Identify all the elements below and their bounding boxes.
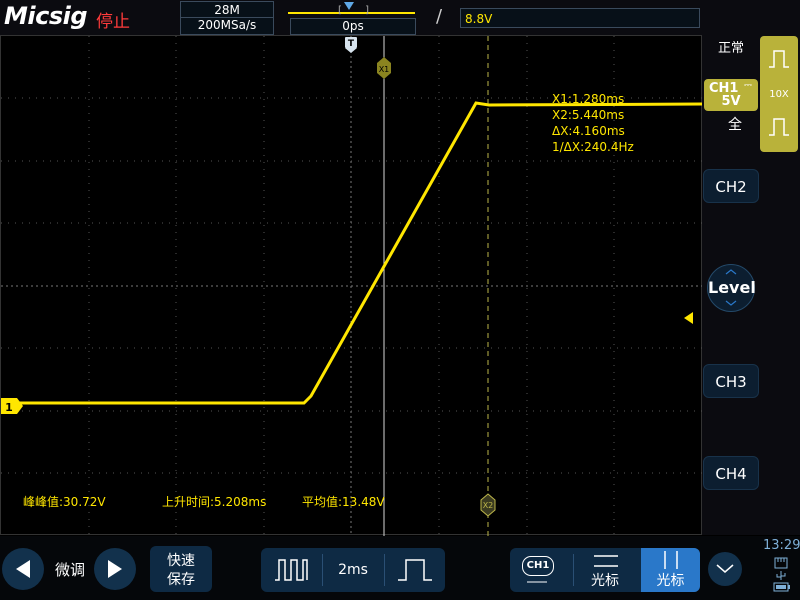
memory-depth: 28M (181, 3, 273, 17)
battery-icon (774, 583, 790, 591)
acquisition-mode-label[interactable]: 正常 (718, 37, 744, 56)
cursor-control-group: CH1 光标 光标 (510, 548, 700, 592)
quick-save-button[interactable]: 快速 保存 (150, 546, 212, 592)
chevron-up-icon (725, 269, 737, 275)
play-right-icon (106, 559, 124, 579)
cursor-x2-value: X2:5.440ms (552, 108, 624, 122)
chevron-down-icon (725, 300, 737, 306)
trigger-level-knob[interactable]: Level (707, 264, 755, 312)
bandwidth-limit-label[interactable]: 全 (728, 114, 742, 134)
usb-icon (777, 571, 785, 580)
level-label: Level (708, 278, 756, 297)
rising-edge-trigger-icon[interactable]: / (436, 6, 442, 27)
cursor-source-underline-icon (526, 577, 548, 587)
horizontal-delay-readout[interactable]: 0ps (290, 18, 416, 35)
timebase-decrease-icon[interactable] (261, 548, 322, 592)
sample-rate: 200MSa/s (181, 18, 273, 32)
fine-tune-right-button[interactable] (94, 548, 136, 590)
trigger-time-marker-icon[interactable]: T (345, 37, 357, 53)
timebase-increase-icon[interactable] (384, 548, 445, 592)
dc-coupling-icon: ⎓ (744, 80, 752, 91)
pulse-negative-icon[interactable] (767, 116, 791, 138)
trigger-level-arrow-icon[interactable] (684, 312, 693, 324)
ch4-button[interactable]: CH4 (703, 456, 759, 490)
ch1-settings-panel[interactable]: 10X (760, 36, 798, 152)
measurement-rise-time: 上升时间:5.208ms (162, 495, 266, 509)
acquisition-info-box[interactable]: 28M 200MSa/s (180, 1, 274, 35)
fine-tune-label: 微调 (55, 559, 85, 580)
cursor-source-ch1[interactable]: CH1 (522, 556, 554, 576)
system-status-icons (771, 556, 791, 592)
horizontal-cursor-label: 光标 (574, 570, 636, 590)
fine-tune-left-button[interactable] (2, 548, 44, 590)
horizontal-cursor-button[interactable]: 光标 (574, 548, 636, 592)
cursor-x1-value: X1:1.280ms (552, 92, 624, 106)
trigger-position-marker-icon[interactable] (344, 2, 354, 10)
play-left-icon (14, 559, 32, 579)
vertical-cursor-button[interactable]: 光标 (641, 548, 700, 592)
menu-expand-button[interactable] (708, 552, 742, 586)
ch1-volts-per-div: 5V (704, 94, 758, 109)
waveform-display[interactable]: T X1 X2 1 X1:1.280ms X2:5.440ms ΔX:4.160… (0, 35, 702, 535)
cursor-x1-tag-label: X1 (379, 65, 390, 74)
brand-logo: Micsig (4, 2, 87, 30)
storage-icon (775, 558, 787, 568)
ch1-marker-label: 1 (5, 401, 13, 414)
cursor-x1-tag[interactable]: X1 (377, 57, 391, 79)
probe-ratio[interactable]: 10X (760, 89, 798, 100)
cursor-delta-value: ΔX:4.160ms (552, 124, 625, 138)
trigger-marker-label: T (348, 39, 355, 49)
pulse-positive-icon[interactable] (767, 48, 791, 70)
measurement-bar: 峰峰值:30.72V 上升时间:5.208ms 平均值:13.48V (23, 494, 385, 509)
vertical-cursor-icon (661, 551, 681, 569)
quick-save-label-1: 快速 (150, 550, 212, 570)
cursor-x2-tag[interactable]: X2 (481, 494, 495, 516)
trigger-level-readout[interactable]: ⑘8.8V (460, 8, 700, 28)
measurement-mean: 平均值:13.48V (302, 494, 385, 509)
system-clock: 13:29 (763, 538, 800, 553)
ch3-button[interactable]: CH3 (703, 364, 759, 398)
ch1-ground-marker[interactable]: 1 (1, 398, 23, 414)
timebase-control: 2ms (261, 548, 445, 592)
measurement-peak-to-peak: 峰峰值:30.72V (23, 494, 106, 509)
chevron-down-icon (716, 564, 734, 574)
ch2-button[interactable]: CH2 (703, 169, 759, 203)
run-stop-status[interactable]: 停止 (96, 7, 130, 32)
cursor-x2-tag-label: X2 (483, 501, 494, 510)
cursor-frequency-value: 1/ΔX:240.4Hz (552, 140, 634, 154)
vertical-cursor-label: 光标 (641, 570, 700, 590)
ch1-scale-tag[interactable]: CH1 ⎓ 5V (704, 79, 758, 111)
waveform-svg: T X1 X2 1 X1:1.280ms X2:5.440ms ΔX:4.160… (1, 36, 703, 536)
cursor-readout: X1:1.280ms X2:5.440ms ΔX:4.160ms 1/ΔX:24… (552, 92, 634, 154)
horizontal-cursor-icon (594, 553, 618, 569)
timebase-value[interactable]: 2ms (322, 548, 384, 592)
quick-save-label-2: 保存 (150, 569, 212, 589)
